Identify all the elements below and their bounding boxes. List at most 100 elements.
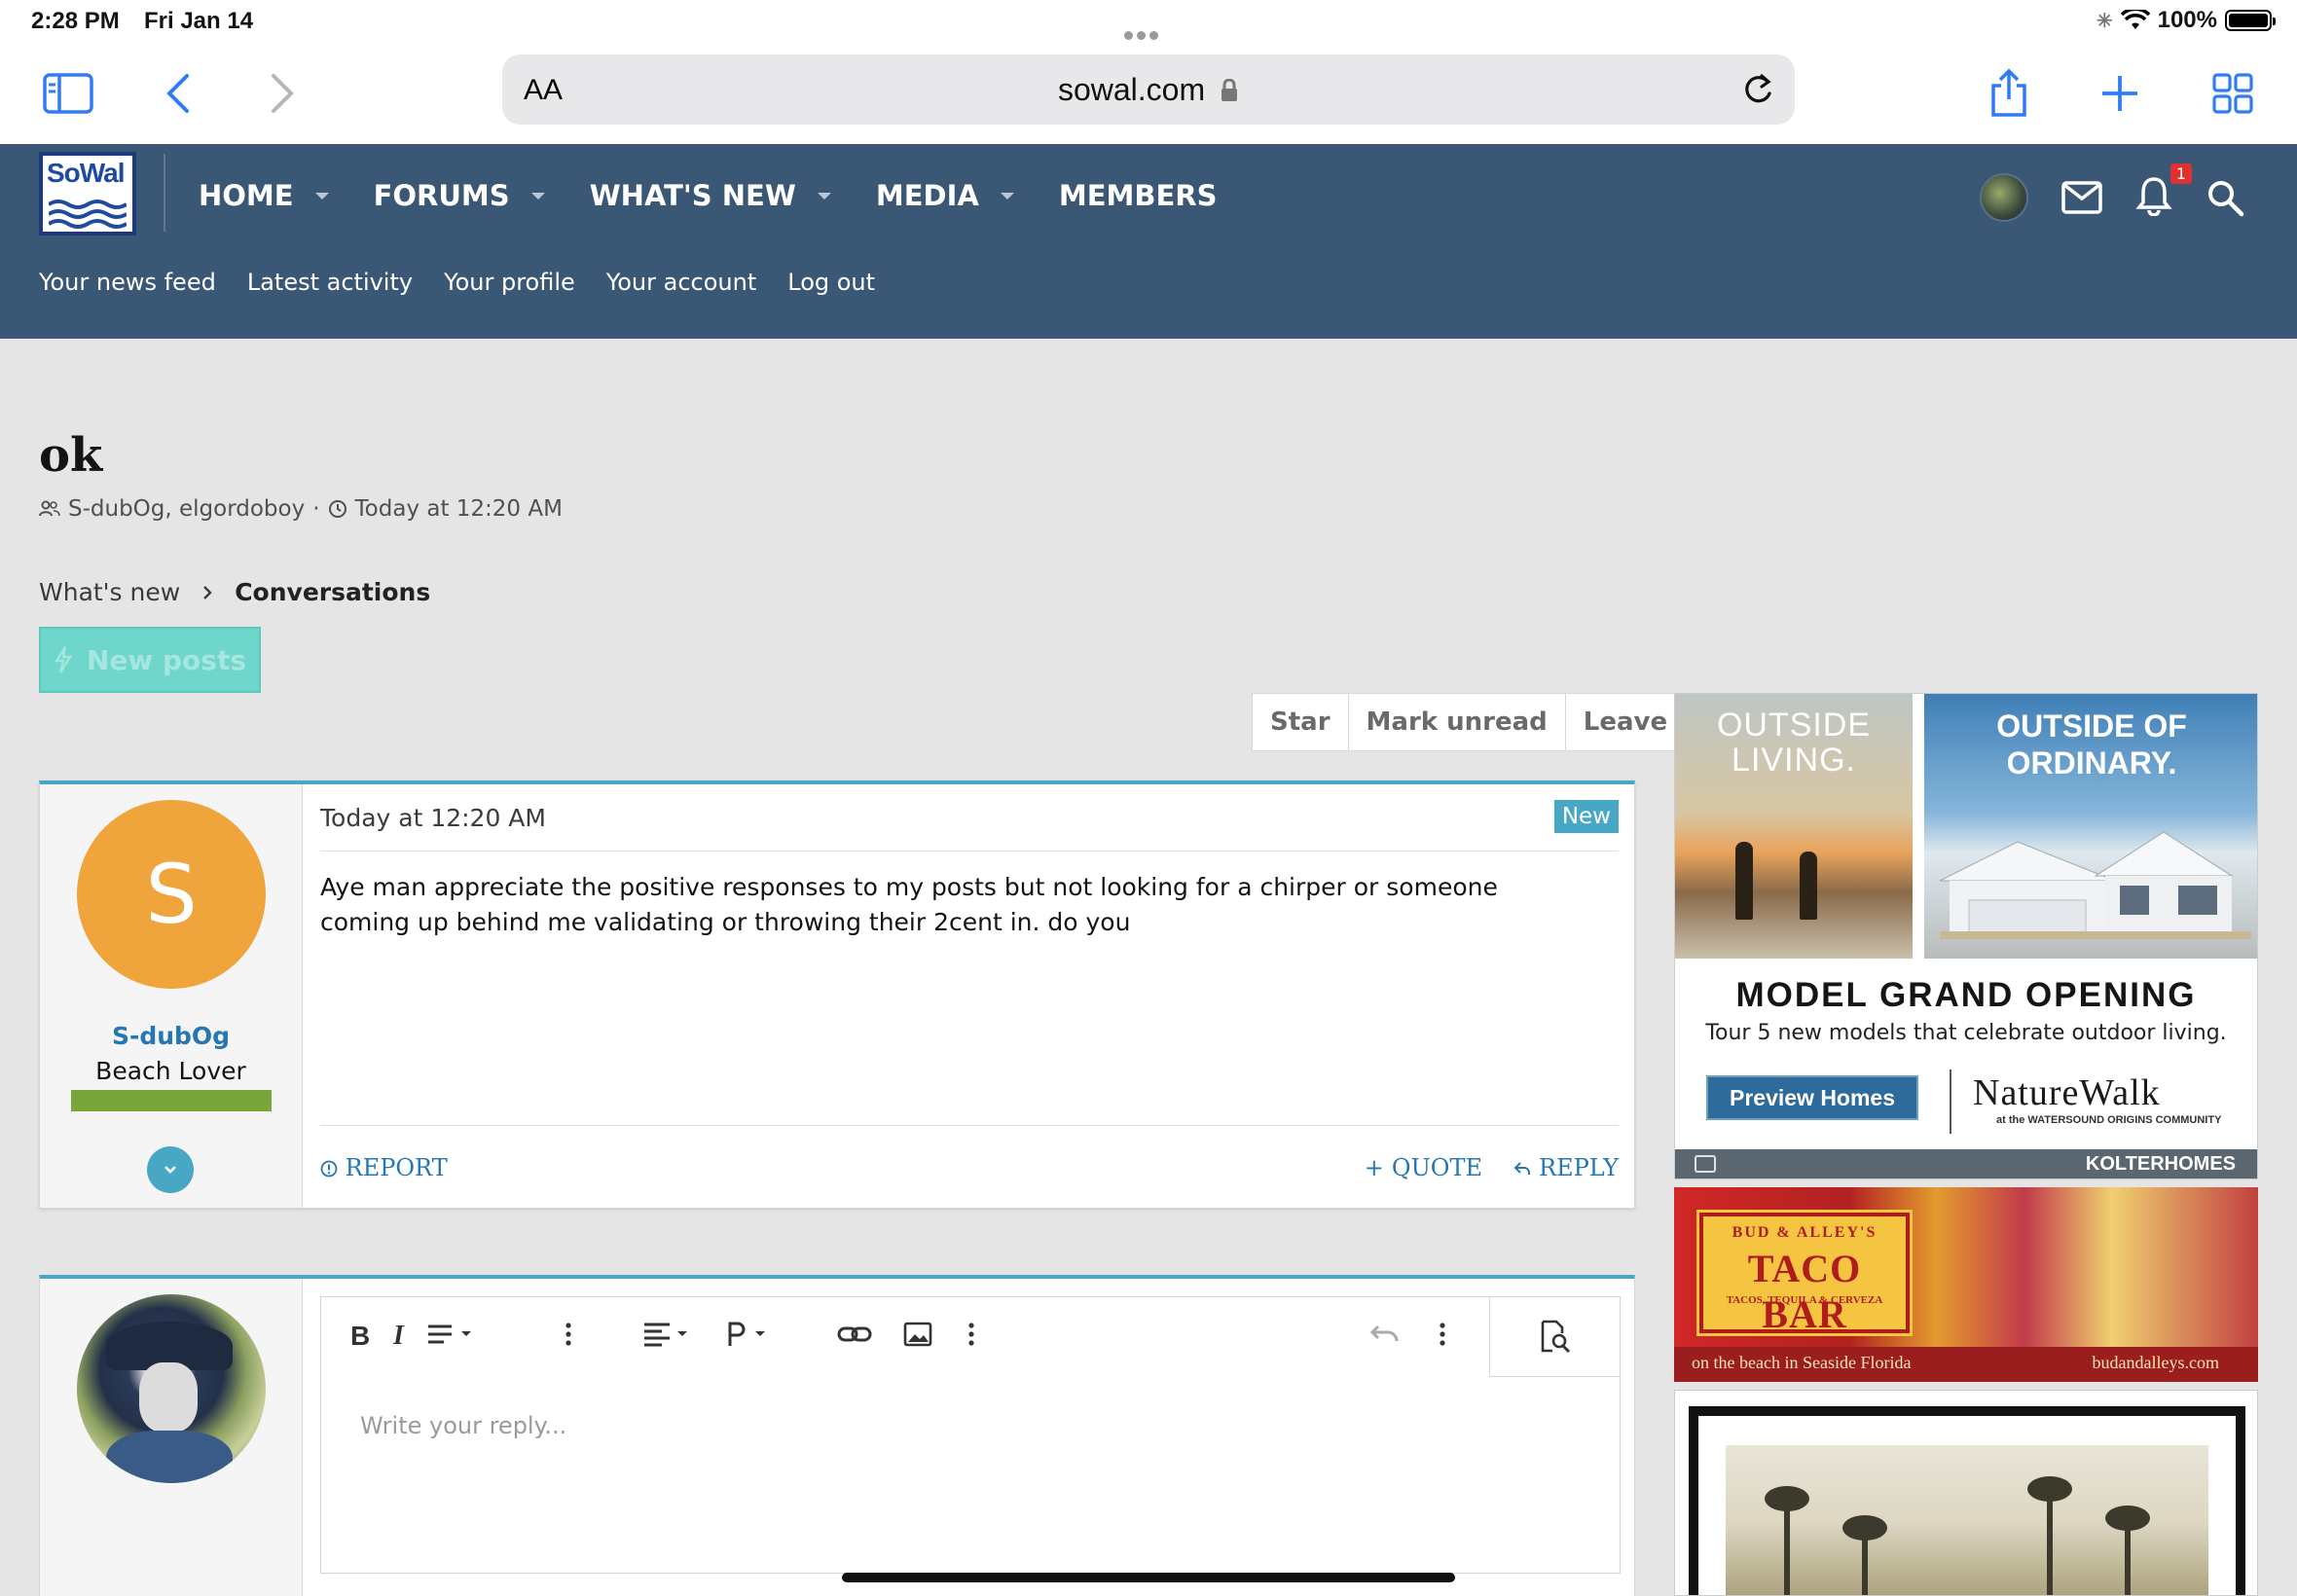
reply-input[interactable]: Write your reply... xyxy=(360,1412,566,1439)
message-username[interactable]: S-dubOg xyxy=(40,1022,302,1050)
page-title: ok xyxy=(39,428,103,483)
nav-home[interactable]: HOME xyxy=(199,179,329,212)
search-icon[interactable] xyxy=(2206,178,2244,217)
landscape-photo xyxy=(1726,1445,2208,1595)
align-icon[interactable] xyxy=(642,1321,695,1355)
text-options-icon[interactable] xyxy=(426,1321,479,1355)
chevron-down-icon[interactable] xyxy=(314,192,329,200)
subnav-log-out[interactable]: Log out xyxy=(787,269,875,296)
header-icons: 1 xyxy=(1980,163,2244,222)
ad-taco-bar[interactable]: BUD & ALLEY'S TACO BAR TACOS, TEQUILA & … xyxy=(1674,1187,2258,1382)
nav-label: MEMBERS xyxy=(1058,179,1218,212)
undo-icon[interactable] xyxy=(1368,1321,1402,1355)
participants[interactable]: S-dubOg, elgordoboy xyxy=(68,496,305,522)
preview-button[interactable] xyxy=(1489,1297,1620,1377)
bold-icon[interactable]: B xyxy=(350,1321,370,1352)
italic-icon[interactable]: I xyxy=(393,1321,404,1352)
new-posts-button[interactable]: New posts xyxy=(39,627,261,693)
alerts-button[interactable]: 1 xyxy=(2135,163,2192,220)
quote-label: QUOTE xyxy=(1391,1154,1482,1181)
ad-naturewalk[interactable]: OUTSIDE LIVING. OUTSIDE OF ORDINARY. MOD… xyxy=(1674,693,2258,1179)
sidebar-toggle-icon[interactable] xyxy=(41,66,95,121)
multitasking-dots[interactable] xyxy=(1124,19,1171,40)
more-options-icon[interactable] xyxy=(967,1321,975,1355)
reply-link[interactable]: REPLY xyxy=(1513,1154,1619,1181)
reload-icon[interactable] xyxy=(1738,70,1777,113)
link-icon[interactable] xyxy=(837,1321,872,1355)
report-link[interactable]: REPORT xyxy=(320,1154,448,1181)
nav-forums[interactable]: FORUMS xyxy=(374,179,545,212)
ad-image-right: OUTSIDE OF ORDINARY. xyxy=(1924,694,2257,959)
message-body: Today at 12:20 AM New Aye man appreciate… xyxy=(303,784,1634,1208)
home-indicator[interactable] xyxy=(842,1573,1455,1582)
back-icon[interactable] xyxy=(151,66,205,121)
site-header: SoWal HOME FORUMS WHAT'S NEW MEDIA MEMBE… xyxy=(0,144,2297,339)
nav-label: WHAT'S NEW xyxy=(589,179,796,212)
nav-media[interactable]: MEDIA xyxy=(876,179,1014,212)
message-user-cell: S S-dubOg Beach Lover xyxy=(40,784,303,1208)
chevron-down-icon xyxy=(164,1166,176,1174)
nav-label: MEDIA xyxy=(875,179,979,212)
conversation-meta: S-dubOg, elgordoboy · Today at 12:20 AM xyxy=(39,496,563,522)
wifi-icon xyxy=(2120,10,2150,29)
nav-whats-new[interactable]: WHAT'S NEW xyxy=(590,179,831,212)
quick-reply: B I Write your reply... xyxy=(39,1275,1635,1596)
more-options-icon[interactable] xyxy=(565,1321,572,1355)
logo-waves-icon xyxy=(49,200,127,229)
subnav-your-account[interactable]: Your account xyxy=(606,269,756,296)
sign-sub: TACOS, TEQUILA & CERVEZA xyxy=(1726,1294,1883,1306)
leave-button[interactable]: Leave xyxy=(1566,694,1685,750)
status-right: ✳ 100% xyxy=(2096,7,2276,34)
subnav-latest-activity[interactable]: Latest activity xyxy=(247,269,413,296)
quote-link[interactable]: + QUOTE xyxy=(1365,1154,1482,1181)
user-avatar[interactable] xyxy=(1980,173,2028,222)
started-date[interactable]: Today at 12:20 AM xyxy=(355,496,563,522)
avatar[interactable] xyxy=(77,1294,266,1483)
subnav-news-feed[interactable]: Your news feed xyxy=(39,269,216,296)
alert-count-badge: 1 xyxy=(2169,163,2192,184)
inbox-icon[interactable] xyxy=(2061,181,2102,214)
mark-unread-button[interactable]: Mark unread xyxy=(1349,694,1566,750)
naturewalk-logo: NatureWalk xyxy=(1973,1072,2161,1113)
subnav-your-profile[interactable]: Your profile xyxy=(444,269,575,296)
nav-members[interactable]: MEMBERS xyxy=(1059,179,1218,212)
site-logo[interactable]: SoWal xyxy=(39,152,136,236)
reply-editor: B I Write your reply... xyxy=(320,1296,1621,1574)
forward-icon[interactable] xyxy=(255,66,310,121)
breadcrumb-conversations[interactable]: Conversations xyxy=(235,578,430,606)
new-tab-icon[interactable] xyxy=(2093,66,2147,121)
preview-homes-button[interactable]: Preview Homes xyxy=(1706,1075,1918,1120)
sign-main: TACO BAR xyxy=(1747,1247,1862,1336)
logo-text: SoWal xyxy=(47,158,126,188)
tab-overview-icon[interactable] xyxy=(2206,66,2260,121)
user-banner xyxy=(71,1090,272,1111)
breadcrumb: What's new Conversations xyxy=(39,578,430,606)
sub-nav: Your news feed Latest activity Your prof… xyxy=(39,269,875,296)
conversation-actions: Star Mark unread Leave xyxy=(1252,693,1687,751)
ad-framed-photo[interactable] xyxy=(1674,1390,2258,1596)
ad-divider xyxy=(1950,1070,1951,1134)
breadcrumb-whats-new[interactable]: What's new xyxy=(39,578,180,606)
meta-separator: · xyxy=(312,496,320,522)
new-posts-label: New posts xyxy=(86,643,247,676)
message-footer: REPORT + QUOTE REPLY xyxy=(320,1146,1619,1185)
divider xyxy=(320,851,1619,852)
chevron-down-icon[interactable] xyxy=(1000,192,1014,200)
photo-frame xyxy=(1689,1406,2245,1595)
paragraph-format-icon[interactable] xyxy=(726,1321,779,1355)
ad-left-headline: OUTSIDE LIVING. xyxy=(1716,707,1872,779)
star-button[interactable]: Star xyxy=(1253,694,1349,750)
avatar[interactable]: S xyxy=(77,800,266,989)
image-icon[interactable] xyxy=(903,1321,932,1355)
expand-user-button[interactable] xyxy=(147,1146,194,1193)
status-time: 2:28 PM xyxy=(31,8,120,34)
chevron-down-icon[interactable] xyxy=(530,192,545,200)
message-date[interactable]: Today at 12:20 AM xyxy=(320,804,546,832)
more-options-icon[interactable] xyxy=(1439,1321,1446,1355)
home-icon xyxy=(1695,1155,1716,1173)
chevron-down-icon[interactable] xyxy=(817,192,831,200)
address-bar[interactable]: AA sowal.com xyxy=(502,54,1795,125)
share-icon[interactable] xyxy=(1982,66,2036,121)
ad-subtext: Tour 5 new models that celebrate outdoor… xyxy=(1705,1021,2227,1045)
status-bar: 2:28 PM Fri Jan 14 ✳ 100% xyxy=(0,0,2297,47)
